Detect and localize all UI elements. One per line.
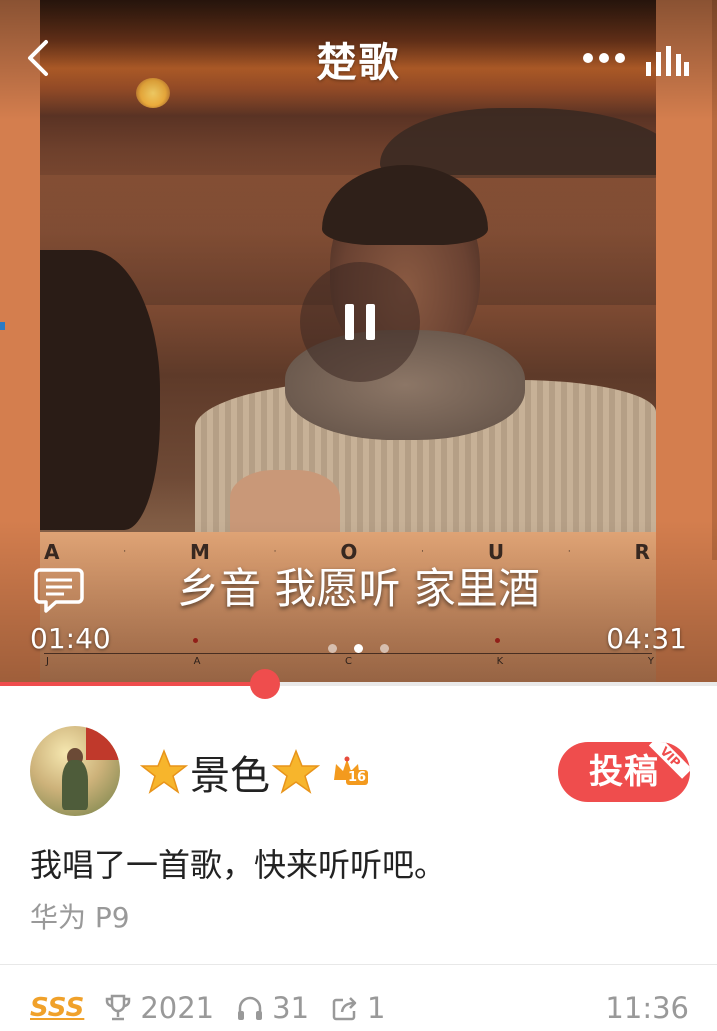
progress-bar[interactable] — [0, 669, 717, 699]
submit-button-label: 投稿 — [589, 752, 659, 792]
headphones-icon — [238, 996, 263, 1020]
post-time: 11:36 — [605, 991, 689, 1025]
back-button[interactable] — [22, 38, 62, 78]
progress-knob[interactable] — [250, 669, 280, 699]
trophy-icon — [106, 994, 131, 1021]
avatar[interactable] — [30, 726, 120, 816]
pause-icon — [345, 304, 354, 340]
page-dot — [328, 644, 337, 653]
avatar-background-decor — [86, 726, 120, 760]
progress-fill — [0, 682, 265, 686]
share-count: 1 — [367, 991, 386, 1025]
lyrics-comment-button[interactable] — [34, 566, 84, 614]
share-icon — [332, 997, 357, 1021]
page-dot — [380, 644, 389, 653]
player-area: A · M · O · U · R J A C K Y 楚歌 — [0, 0, 717, 682]
page-indicator — [328, 644, 389, 653]
listen-count: 31 — [272, 991, 310, 1025]
trophy-count: 2021 — [140, 991, 215, 1025]
divider — [0, 964, 717, 965]
trophy-stat: 2021 — [104, 991, 214, 1025]
comment-icon — [34, 568, 84, 613]
page-dot-active — [354, 644, 363, 653]
star-icon — [140, 748, 188, 794]
equalizer-bars-icon — [646, 46, 689, 76]
total-time: 04:31 — [606, 622, 687, 655]
username[interactable]: 景色 — [190, 743, 270, 801]
avatar-person-body — [62, 760, 88, 810]
user-row: 景色 16 — [140, 742, 374, 802]
more-button[interactable] — [580, 46, 628, 70]
star-icon — [272, 748, 320, 794]
edge-marker — [0, 322, 5, 330]
post-description: 我唱了一首歌，快来听听吧。 — [30, 846, 447, 884]
pause-icon — [366, 304, 375, 340]
stats-row: SSS 2021 31 1 — [30, 988, 408, 1028]
chevron-left-icon — [28, 40, 48, 76]
level-number: 16 — [346, 770, 369, 785]
device-label: 华为 P9 — [30, 901, 130, 934]
more-dots-icon — [583, 53, 625, 63]
level-badge: 16 — [332, 756, 374, 788]
submit-button[interactable]: 投稿 VIP — [558, 742, 690, 802]
share-stat: 1 — [331, 991, 386, 1025]
pause-button[interactable] — [300, 262, 420, 382]
rating-badge: SSS — [30, 993, 85, 1023]
elapsed-time: 01:40 — [30, 622, 111, 655]
equalizer-button[interactable] — [644, 44, 690, 78]
current-lyric: 乡音 我愿听 家里酒 — [177, 564, 540, 613]
listen-stat: 31 — [236, 991, 309, 1025]
